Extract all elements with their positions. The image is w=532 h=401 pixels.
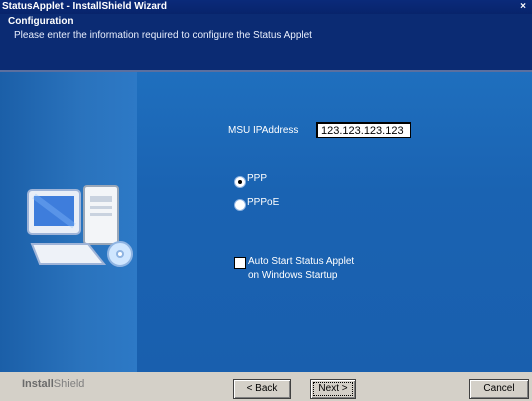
pppoe-radio[interactable] [234,199,246,211]
ip-address-field[interactable]: 123.123.123.123 [316,122,411,138]
back-button[interactable]: < Back [233,379,291,399]
close-icon[interactable]: × [518,0,528,14]
window-title: StatusApplet - InstallShield Wizard [2,1,167,12]
ppp-radio[interactable] [234,176,246,188]
configuration-panel [137,72,532,372]
pppoe-radio-label: PPPoE [247,197,280,208]
autostart-label-line2: on Windows Startup [248,270,338,281]
brand-shield: Shield [53,378,85,390]
installer-window: StatusApplet - InstallShield Wizard × Co… [0,0,532,401]
autostart-checkbox[interactable] [234,257,246,269]
ppp-radio-label: PPP [247,173,268,184]
cancel-button[interactable]: Cancel [469,379,529,399]
header-subtitle: Please enter the information required to… [14,30,312,41]
ip-label: MSU IPAddress [228,125,299,136]
wizard-footer: InstallShield < Back Next > Cancel [0,372,532,401]
installshield-brand: InstallShield [22,378,84,390]
autostart-label-line1: Auto Start Status Applet [248,256,355,267]
wizard-header: Configuration Please enter the informati… [0,14,532,70]
title-bar: StatusApplet - InstallShield Wizard × [0,0,532,14]
brand-install: Install [22,378,54,390]
header-title: Configuration [8,16,74,27]
computer-icon [27,185,133,267]
next-button[interactable]: Next > [310,379,356,399]
